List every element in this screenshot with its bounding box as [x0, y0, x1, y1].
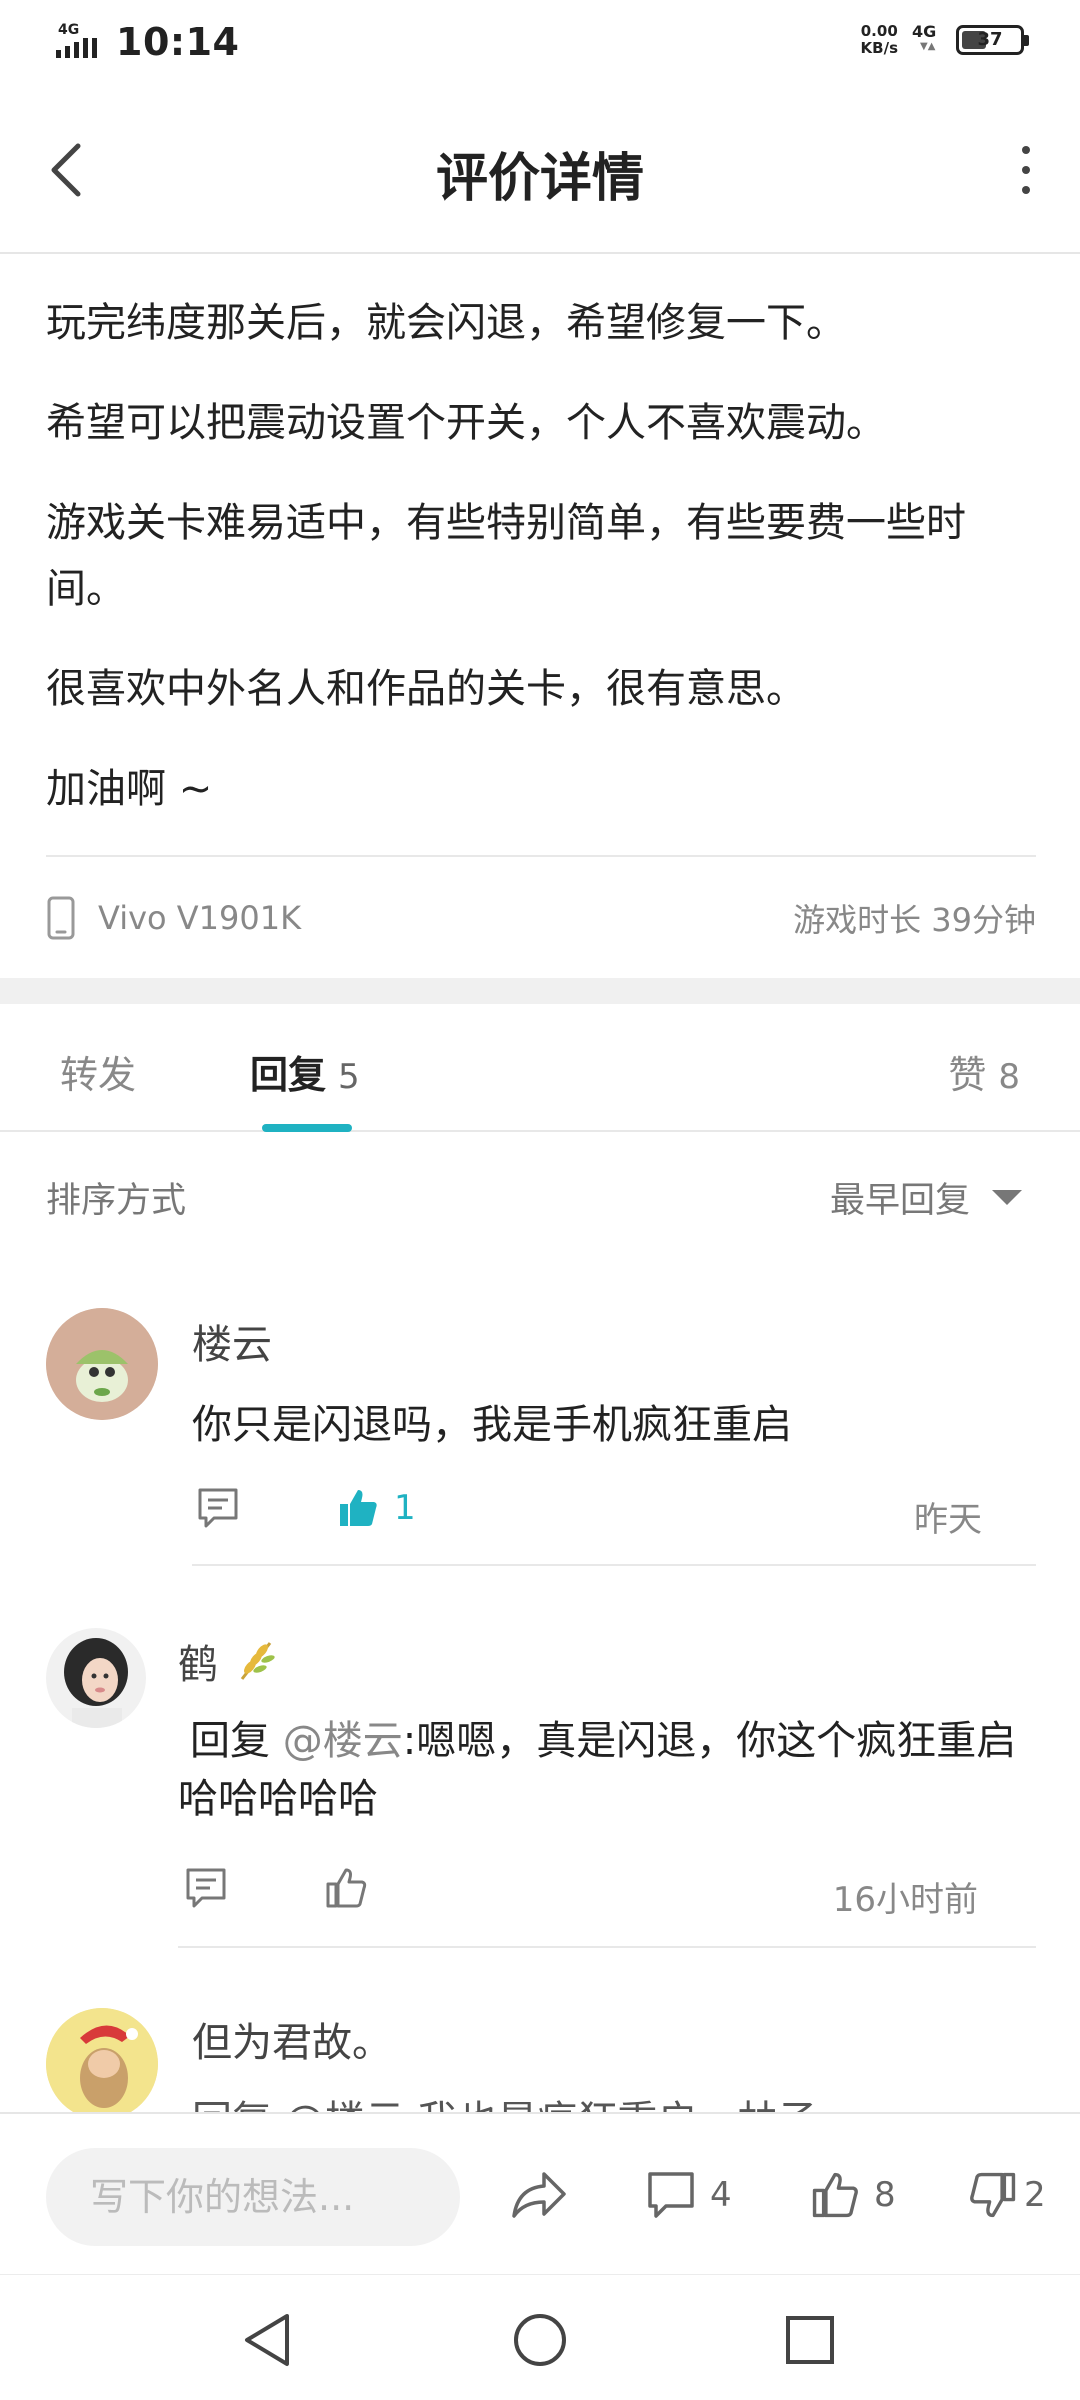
comment-actions: 1 昨天 — [192, 1486, 1032, 1546]
reply-count: 5 — [338, 1057, 360, 1097]
title-bar: 评价详情 — [0, 86, 1080, 254]
tab-reply[interactable]: 回复 5 — [250, 1044, 360, 1099]
reply-button[interactable] — [184, 1866, 228, 1910]
comment-bubble-icon — [648, 2172, 694, 2218]
device-name: Vivo V1901K — [98, 899, 302, 937]
like-button[interactable]: 1 — [336, 1486, 416, 1530]
review-paragraph: 加油啊 ~ — [46, 766, 213, 812]
thumbs-up-icon — [812, 2172, 858, 2218]
tab-bar: 转发 回复 5 赞8 — [0, 1004, 1080, 1132]
comment-item: 但为君故。 回复 @楼云 我也是疯狂重启，林子 — [0, 1996, 1080, 2112]
comment-input[interactable]: 写下你的想法... — [46, 2148, 460, 2246]
mention-link[interactable]: @楼云 — [283, 1718, 403, 1764]
thumbs-up-icon — [326, 1868, 367, 1908]
avatar[interactable] — [46, 1628, 146, 1728]
more-vertical-icon — [1022, 146, 1030, 154]
comment-text: 你只是闪退吗，我是手机疯狂重启 — [192, 1402, 792, 1448]
tab-like[interactable]: 赞8 — [948, 1044, 1020, 1099]
comment-bubble-icon — [186, 1868, 226, 1908]
active-tab-indicator — [262, 1124, 352, 1132]
thumbs-up-icon — [340, 1490, 377, 1526]
like-count: 8 — [998, 1057, 1020, 1097]
nav-back-button[interactable] — [232, 2305, 302, 2375]
battery-icon: 37 — [956, 25, 1029, 55]
divider — [178, 1946, 1036, 1948]
like-button[interactable]: 8 — [810, 2160, 896, 2230]
nav-home-button[interactable] — [505, 2305, 575, 2375]
divider — [46, 855, 1036, 857]
comment-text: 回复 @楼云:嗯嗯，真是闪退，你这个疯狂重启哈哈哈哈哈 — [178, 1718, 1017, 1822]
comment-time: 16小时前 — [832, 1880, 978, 1920]
share-arrow-icon — [512, 2172, 566, 2218]
review-paragraph: 游戏关卡难易适中，有些特别简单，有些要费一些时间。 — [46, 500, 966, 612]
triangle-back-icon — [245, 2314, 289, 2366]
clock: 10:14 — [116, 20, 240, 64]
reply-button[interactable] — [196, 1486, 240, 1530]
commenter-name[interactable]: 鹤 — [178, 1632, 278, 1690]
bottom-action-bar: 写下你的想法... 4 8 2 — [0, 2112, 1080, 2274]
phone-icon — [47, 896, 75, 940]
network-speed: 0.00 KB/s — [860, 22, 898, 57]
comments-count: 4 — [710, 2175, 732, 2215]
tab-forward[interactable]: 转发 — [60, 1044, 136, 1099]
play-time: 游戏时长 39分钟 — [793, 901, 1036, 939]
thumbs-down-icon — [970, 2172, 1016, 2218]
page-title: 评价详情 — [435, 149, 644, 209]
comment-time: 昨天 — [914, 1500, 982, 1540]
cellular-signal-icon: 4G — [56, 22, 104, 62]
dislike-button[interactable]: 2 — [968, 2160, 1046, 2230]
divider — [192, 1564, 1036, 1566]
commenter-name[interactable]: 但为君故。 — [192, 2010, 392, 2068]
caret-down-icon — [992, 1190, 1022, 1205]
share-button[interactable] — [510, 2160, 568, 2230]
more-button[interactable] — [1006, 142, 1046, 198]
section-separator — [0, 978, 1080, 1004]
comments-button[interactable]: 4 — [646, 2160, 732, 2230]
avatar[interactable] — [46, 2008, 158, 2112]
circle-home-icon — [514, 2314, 566, 2366]
comment-like-count: 1 — [394, 1488, 416, 1528]
status-bar: 4G 10:14 0.00 KB/s 4G ▼▲ 37 — [0, 0, 1080, 86]
review-paragraph: 很喜欢中外名人和作品的关卡，很有意思。 — [46, 666, 806, 712]
sort-label: 排序方式 — [46, 1181, 187, 1221]
likes-count: 8 — [874, 2175, 896, 2215]
data-network-icon: 4G ▼▲ — [912, 22, 937, 52]
avatar[interactable] — [46, 1308, 158, 1420]
review-meta: Vivo V1901K 游戏时长 39分钟 — [46, 890, 1036, 946]
review-paragraph: 玩完纬度那关后，就会闪退，希望修复一下。 — [46, 300, 846, 346]
comment-actions: 16小时前 — [178, 1866, 1028, 1926]
comment-item: 鹤 回复 @楼云:嗯嗯，真是闪退，你这个疯狂重启哈哈哈哈哈 16小时前 — [0, 1620, 1080, 1952]
review-body: 玩完纬度那关后，就会闪退，希望修复一下。 希望可以把震动设置个开关，个人不喜欢震… — [46, 290, 1036, 856]
comment-text: 回复 @楼云 我也是疯狂重启，林子 — [192, 2092, 1032, 2112]
comment-bubble-icon — [198, 1488, 238, 1528]
square-recents-icon — [786, 2316, 834, 2364]
commenter-name[interactable]: 楼云 — [192, 1312, 272, 1370]
wheat-badge-icon — [240, 1642, 275, 1680]
dislikes-count: 2 — [1024, 2175, 1046, 2215]
sort-dropdown[interactable]: 最早回复 — [830, 1172, 1036, 1223]
like-button[interactable] — [324, 1866, 368, 1910]
system-nav-bar — [0, 2274, 1080, 2400]
review-paragraph: 希望可以把震动设置个开关，个人不喜欢震动。 — [46, 400, 886, 446]
sort-row: 排序方式 最早回复 — [46, 1168, 1036, 1224]
nav-recents-button[interactable] — [775, 2305, 845, 2375]
comment-item: 楼云 你只是闪退吗，我是手机疯狂重启 1 昨天 — [0, 1300, 1080, 1570]
